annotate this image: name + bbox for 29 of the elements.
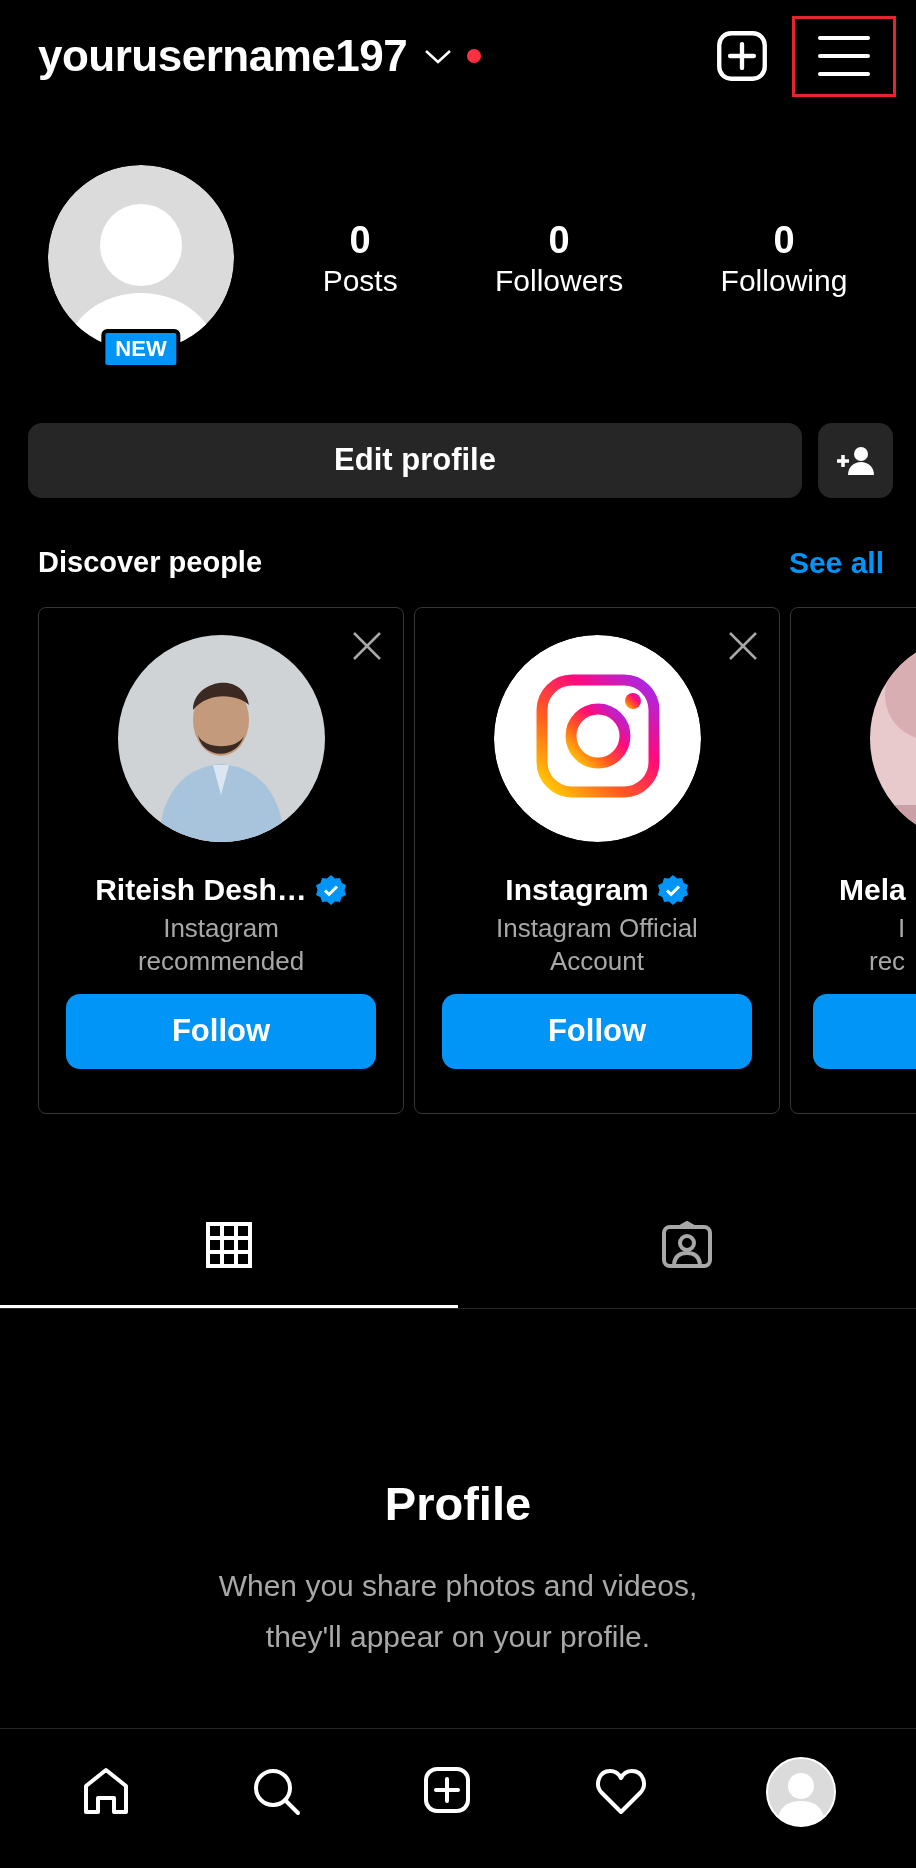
close-button[interactable] [351, 630, 383, 662]
add-person-button[interactable] [818, 423, 893, 498]
account-name[interactable]: Riteish Desh… [95, 872, 307, 908]
grid-icon[interactable] [205, 1220, 253, 1269]
camera-logo-icon [493, 635, 701, 842]
account-subtitle: Instagram Official Account [496, 912, 698, 977]
stat-count: 0 [772, 219, 796, 262]
username[interactable]: yourusername197 [38, 23, 408, 89]
account-name[interactable]: Instagram [505, 872, 649, 908]
profile-avatar-icon[interactable] [766, 1756, 837, 1827]
section-title: Discover people [38, 544, 263, 580]
empty-state-title: Profile [383, 1476, 533, 1532]
stat-label[interactable]: Followers [494, 261, 624, 301]
stat-count: 0 [348, 219, 372, 262]
account-subtitle: I rec [869, 912, 906, 977]
account-subtitle: Instagram recommended [137, 912, 305, 977]
menu-button[interactable] [792, 15, 896, 97]
new-post-button[interactable] [716, 30, 768, 82]
close-button[interactable] [727, 630, 759, 662]
empty-state-text: When you share photos and videos, they'll appear on your profile. [217, 1567, 699, 1655]
stat-label[interactable]: Posts [322, 261, 398, 301]
stat-label[interactable]: Following [720, 261, 848, 301]
stat-count: 0 [547, 219, 571, 262]
see-all-link[interactable]: See all [788, 540, 884, 585]
add-person-icon[interactable] [835, 445, 876, 476]
account-name[interactable]: Mela [839, 872, 906, 908]
menu-icon[interactable] [816, 34, 872, 78]
tagged-person-icon[interactable] [661, 1220, 713, 1269]
edit-profile-button[interactable]: Edit profile [28, 423, 802, 498]
